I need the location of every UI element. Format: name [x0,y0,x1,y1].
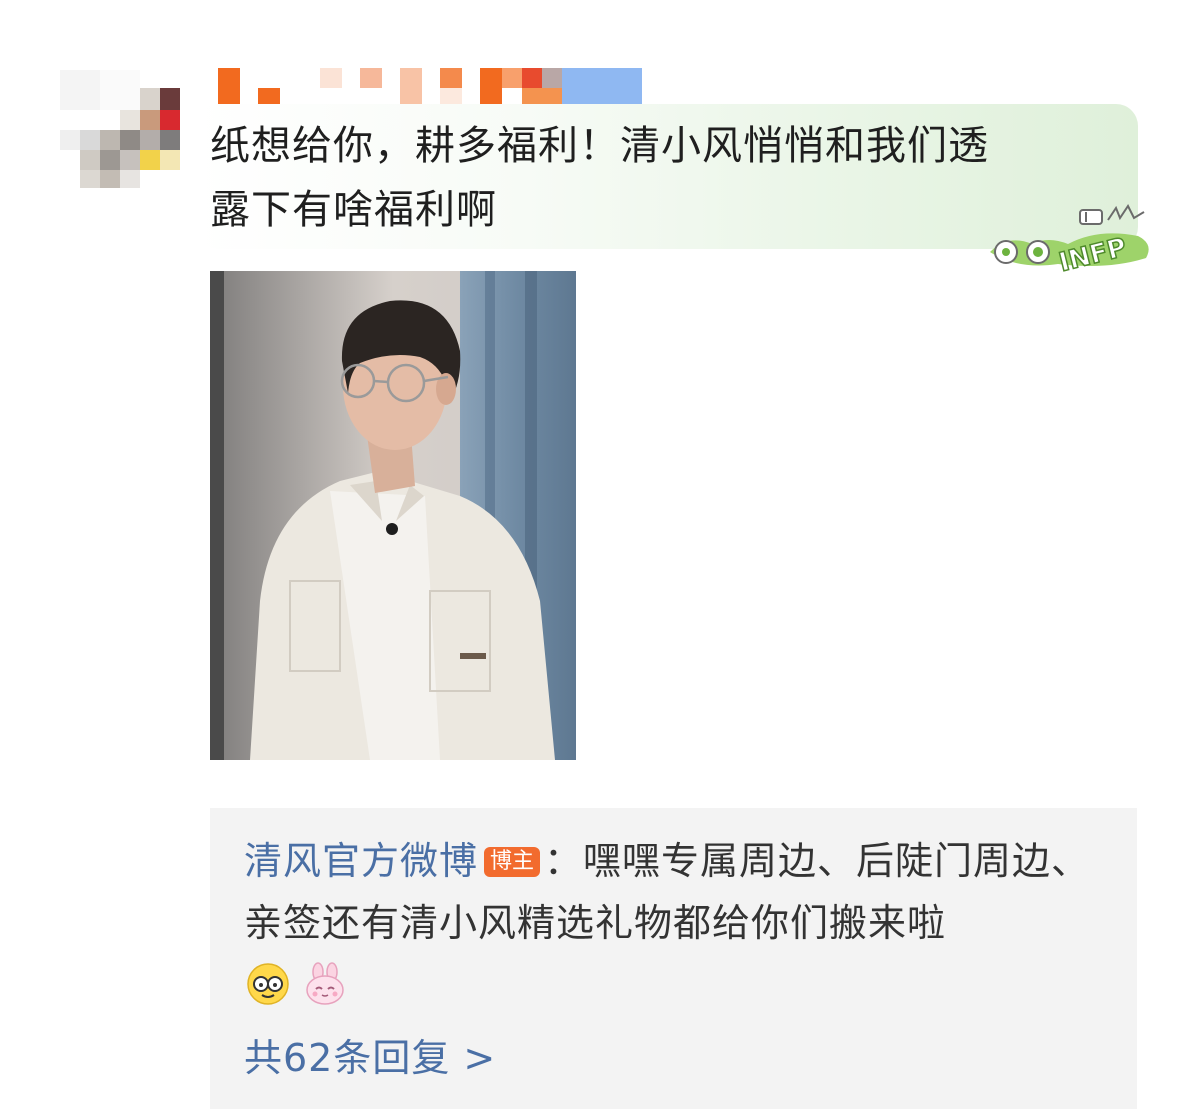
infp-badge-icon: INFP [988,200,1158,279]
reply-emoji-row [246,962,355,1006]
view-all-replies-link[interactable]: 共62条回复 > [244,1030,496,1086]
author-tag-badge: 博主 [484,847,541,877]
username[interactable] [218,68,643,106]
pink-bunny-emoji-icon [303,962,347,1006]
avatar[interactable] [60,70,180,188]
glasses-face-emoji-icon [246,962,290,1006]
reply-author-link[interactable]: 清风官方微博 [244,839,478,883]
reply-item[interactable]: 清风官方微博 博主 ：嘿嘿专属周边、后陡门周边、亲签还有清小风精选礼物都给你们搬来啦 [244,830,1114,954]
comment-text-line2: 露下有啥福利啊 [210,187,497,233]
comment-text-line1: 纸想给你，耕多福利！清小风悄悄和我们透 [210,123,989,169]
comment-text: 纸想给你，耕多福利！清小风悄悄和我们透 露下有啥福利啊 [210,114,1110,242]
post-photo[interactable] [210,271,576,760]
